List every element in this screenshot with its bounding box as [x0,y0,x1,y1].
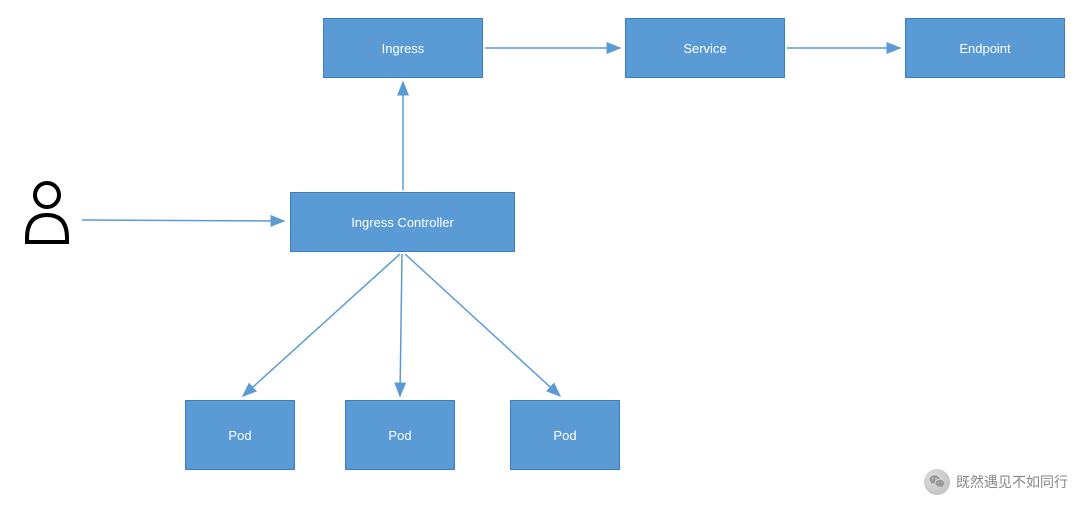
node-pod-3-label: Pod [553,428,576,443]
node-service-label: Service [683,41,726,56]
node-pod-2: Pod [345,400,455,470]
node-ingress: Ingress [323,18,483,78]
node-pod-1: Pod [185,400,295,470]
arrow-controller-to-pod3 [405,254,560,396]
node-pod-3: Pod [510,400,620,470]
node-endpoint: Endpoint [905,18,1065,78]
arrow-controller-to-pod1 [243,254,400,396]
node-ingress-controller-label: Ingress Controller [351,215,454,230]
node-ingress-label: Ingress [382,41,425,56]
wechat-icon [924,469,950,495]
arrow-controller-to-pod2 [400,254,402,396]
node-pod-2-label: Pod [388,428,411,443]
watermark-text: 既然遇见不如同行 [956,472,1068,492]
node-service: Service [625,18,785,78]
node-pod-1-label: Pod [228,428,251,443]
arrow-user-to-controller [82,220,284,221]
user-icon [20,180,75,250]
node-ingress-controller: Ingress Controller [290,192,515,252]
watermark: 既然遇见不如同行 [924,469,1068,495]
node-endpoint-label: Endpoint [959,41,1010,56]
